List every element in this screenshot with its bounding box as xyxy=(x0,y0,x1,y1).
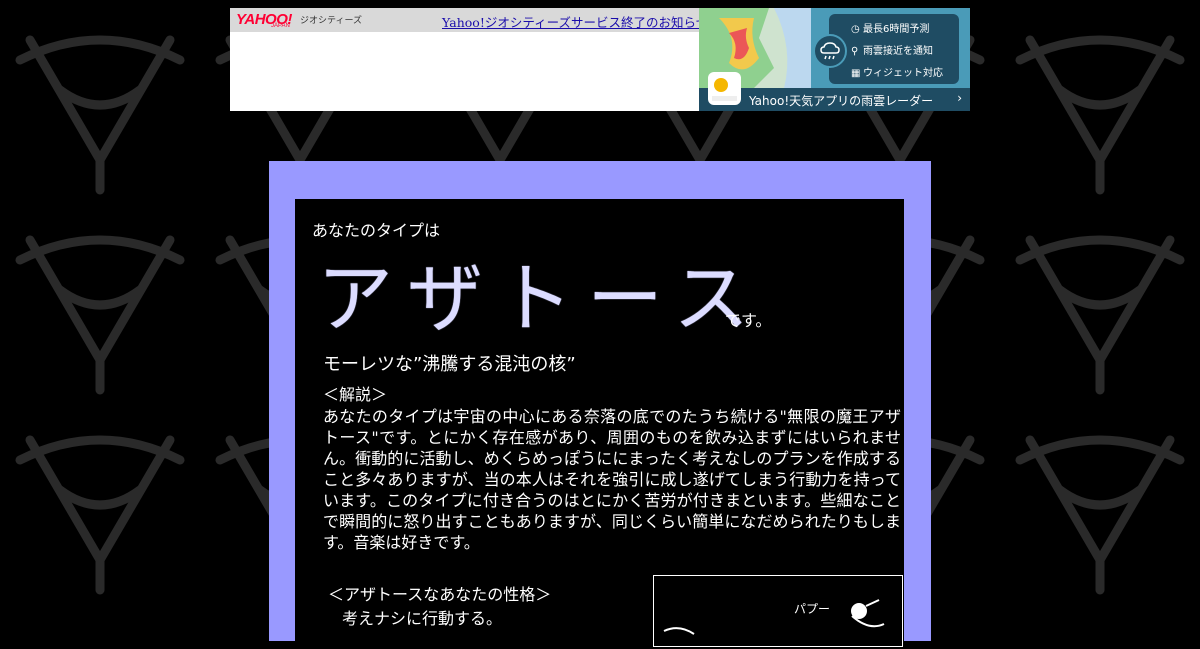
geocities-banner: YAHOO! JAPAN ジオシティーズ Yahoo!ジオシティーズサービス終了… xyxy=(230,8,970,111)
feature-widget: ▦ ウィジェット対応 xyxy=(851,68,943,79)
result-content: あなたのタイプは アザトース です。 モーレツな”沸騰する混沌の核” ＜解説＞ … xyxy=(295,199,904,649)
personality-heading: ＜アザトースなあなたの性格＞ xyxy=(328,585,552,604)
result-frame: あなたのタイプは アザトース です。 モーレツな”沸騰する混沌の核” ＜解説＞ … xyxy=(269,161,931,649)
type-subtitle: モーレツな”沸騰する混沌の核” xyxy=(323,354,576,375)
banner-bar: YAHOO! JAPAN ジオシティーズ Yahoo!ジオシティーズサービス終了… xyxy=(230,8,708,32)
type-name: アザトース xyxy=(317,254,764,343)
character-illustration: パプー xyxy=(653,575,903,647)
ad-feature-panel: ◷ 最長6時間予測 ⚲ 雨雲接近を通知 ▦ ウィジェット対応 xyxy=(829,14,959,84)
pin-icon: ⚲ xyxy=(851,46,859,57)
rain-cloud-icon xyxy=(813,34,847,68)
clock-icon: ◷ xyxy=(851,24,860,35)
yahoo-logo-sub: JAPAN xyxy=(271,23,290,29)
description-body: あなたのタイプは宇宙の中心にある奈落の底でのたうち続ける"無限の魔王アザトース"… xyxy=(323,407,901,552)
service-end-notice-link[interactable]: Yahoo!ジオシティーズサービス終了のお知らせ xyxy=(442,12,708,31)
weather-app-ad[interactable]: ◷ 最長6時間予測 ⚲ 雨雲接近を通知 ▦ ウィジェット対応 Yahoo!天気アプリの… xyxy=(699,8,970,111)
widget-icon: ▦ xyxy=(851,68,861,79)
feature-forecast: ◷ 最長6時間予測 xyxy=(851,24,930,35)
weather-app-label[interactable]: Yahoo!天気アプリの雨雲レーダー xyxy=(749,92,933,109)
illustration-caption: パプー xyxy=(794,602,831,616)
description-heading: ＜解説＞ xyxy=(323,385,388,404)
personality-item: 考えナシに行動する。 xyxy=(342,609,503,628)
type-suffix: です。 xyxy=(725,311,772,330)
weather-app-icon xyxy=(708,72,741,105)
feature-notify: ⚲ 雨雲接近を通知 xyxy=(851,46,933,57)
geocities-label: ジオシティーズ xyxy=(300,15,363,25)
chevron-right-icon: › xyxy=(957,91,962,105)
